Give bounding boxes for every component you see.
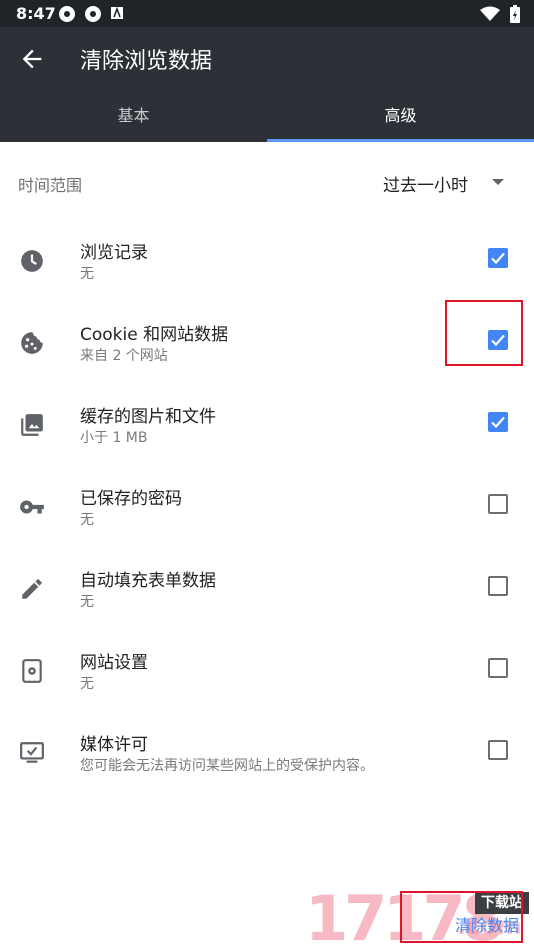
- clear-option-cache[interactable]: 缓存的图片和文件 小于 1 MB: [0, 398, 534, 480]
- checkbox[interactable]: [488, 248, 508, 268]
- item-title: 已保存的密码: [80, 489, 182, 509]
- item-title: 网站设置: [80, 653, 148, 673]
- back-button[interactable]: [18, 45, 46, 73]
- clear-data-button[interactable]: 清除数据: [455, 912, 519, 936]
- checkbox[interactable]: [488, 658, 508, 678]
- item-title: 自动填充表单数据: [80, 571, 216, 591]
- sync-icon: [58, 5, 76, 23]
- notification-icon: [110, 5, 128, 23]
- clear-option-media-licenses[interactable]: 媒体许可 您可能会无法再访问某些网站上的受保护内容。: [0, 726, 534, 808]
- time-range-label: 时间范围: [18, 176, 83, 195]
- item-title: 缓存的图片和文件: [80, 407, 216, 427]
- media-icon: [19, 740, 45, 766]
- item-title: 媒体许可: [80, 735, 148, 755]
- page-title: 清除浏览数据: [80, 49, 213, 74]
- sync-icon: [84, 5, 102, 23]
- highlight-annotation: [445, 300, 523, 366]
- chevron-down-icon: [492, 179, 504, 185]
- clear-option-site-settings[interactable]: 网站设置 无: [0, 644, 534, 726]
- app-bar: 清除浏览数据 基本 高级: [0, 27, 534, 142]
- item-subtitle: 小于 1 MB: [80, 430, 148, 446]
- status-right: [480, 4, 520, 24]
- wifi-icon: [480, 6, 500, 21]
- time-range-row[interactable]: 时间范围 过去一小时: [0, 160, 534, 204]
- clear-option-passwords[interactable]: 已保存的密码 无: [0, 480, 534, 562]
- clear-option-autofill[interactable]: 自动填充表单数据 无: [0, 562, 534, 644]
- item-subtitle: 无: [80, 676, 94, 692]
- status-bar: 8:47: [0, 0, 534, 27]
- key-icon: [19, 494, 45, 520]
- checkbox[interactable]: [488, 412, 508, 432]
- settings-page-icon: [19, 658, 45, 684]
- time-range-select[interactable]: 过去一小时: [383, 171, 468, 196]
- check-icon: [491, 252, 505, 265]
- tab-advanced[interactable]: 高级: [267, 100, 534, 142]
- check-icon: [491, 416, 505, 429]
- checkbox[interactable]: [488, 740, 508, 760]
- item-subtitle: 无: [80, 266, 94, 282]
- battery-icon: [510, 5, 520, 23]
- tab-basic[interactable]: 基本: [0, 100, 267, 142]
- arrow-back-icon: [22, 49, 42, 69]
- item-subtitle: 来自 2 个网站: [80, 348, 168, 364]
- pencil-icon: [19, 576, 45, 602]
- image-icon: [19, 412, 45, 438]
- tab-indicator: [267, 139, 534, 142]
- item-title: 浏览记录: [80, 243, 148, 263]
- item-title: Cookie 和网站数据: [80, 325, 229, 345]
- item-subtitle: 无: [80, 594, 94, 610]
- clock-icon: [19, 248, 45, 274]
- status-time: 8:47: [16, 4, 56, 23]
- checkbox[interactable]: [488, 494, 508, 514]
- checkbox[interactable]: [488, 576, 508, 596]
- cookie-icon: [19, 330, 45, 356]
- item-subtitle: 无: [80, 512, 94, 528]
- item-subtitle: 您可能会无法再访问某些网站上的受保护内容。: [80, 758, 374, 774]
